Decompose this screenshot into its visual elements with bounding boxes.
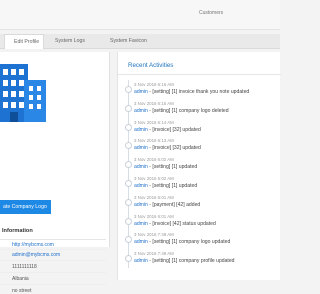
activity-text: - [invoice] [42] status updated (147, 220, 216, 227)
activity-time: 3 Nov 2016 6:13 AM (134, 138, 174, 144)
activity-message: admin - [payment] [42] added (134, 202, 200, 208)
top-bar: Customers (0, 0, 280, 30)
timeline-dot-icon (125, 123, 132, 131)
tab-edit-profile: Edit Profile (14, 39, 40, 45)
activity-time: 3 Nov 2016 6:14 AM (134, 119, 174, 125)
recent-activities-panel: Recent Activities 3 Nov 2016 6:16 AM admi… (117, 52, 281, 280)
divider (0, 260, 106, 261)
profile-tabs: Edit Profile System Logs System Favicon (0, 34, 280, 49)
timeline-dot-icon (125, 180, 132, 187)
activity-message: admin - [setting] [1] company logo updat… (134, 239, 230, 245)
divider (0, 249, 106, 250)
divider (0, 272, 106, 273)
timeline-dot-icon (125, 86, 132, 93)
divider (0, 284, 106, 285)
nav-customers-link[interactable]: Customers (199, 10, 223, 16)
update-company-logo-button[interactable]: ate Company Logo (0, 200, 51, 214)
recent-activities-title: Recent Activities (128, 62, 174, 69)
activity-user-link[interactable]: admin (134, 183, 148, 189)
website-link[interactable]: http://mybcms.com (12, 242, 54, 248)
company-profile-panel: ate Company Logo Information http://mybc… (0, 52, 110, 294)
activity-text: - [setting] [1] updated (147, 183, 198, 189)
divider (118, 74, 281, 75)
activity-text: - [setting] [1] invoice thank you note u… (147, 89, 250, 95)
building-icon (0, 64, 46, 122)
info-heading: Information (2, 228, 33, 234)
activity-time: 3 Nov 2016 6:01 AM (134, 194, 174, 200)
activity-time: 3 Nov 2016 6:01 AM (134, 213, 174, 219)
activity-message: admin - [setting] [1] company profile up… (134, 258, 235, 264)
activity-text: - [setting] [1] company logo updated (147, 239, 231, 246)
timeline-dot-icon (125, 236, 132, 244)
activity-text: - [payment] [42] added (147, 201, 201, 208)
activity-text: - [setting] [1] company logo deleted (147, 107, 229, 114)
activity-text: - [invoice] [32] updated (147, 145, 201, 152)
activity-user-link[interactable]: admin (134, 145, 148, 151)
divider (0, 239, 106, 240)
street-value: no street (12, 288, 32, 294)
timeline-dot-icon (125, 198, 132, 206)
activity-user-link[interactable]: admin (134, 89, 148, 95)
activity-message: admin - [invoice] [42] status updated (134, 221, 216, 227)
activity-message: admin - [setting] [1] updated (134, 183, 197, 189)
activity-user-link[interactable]: admin (134, 239, 148, 245)
activity-user-link[interactable]: admin (134, 164, 148, 170)
tab-system-logs[interactable]: System Logs (55, 38, 85, 44)
activity-time: 3 Nov 2016 6:16 AM (134, 100, 174, 106)
activity-text: - [setting] [1] company profile updated (147, 258, 235, 265)
activity-message: admin - [setting] [1] updated (134, 164, 197, 170)
activity-user-link[interactable]: admin (134, 108, 148, 114)
activity-user-link[interactable]: admin (134, 258, 148, 264)
phone-value: 1111111118 (12, 264, 37, 270)
activity-time: 3 Nov 2016 7:49 AM (134, 251, 174, 257)
activity-message: admin - [setting] [1] invoice thank you … (134, 89, 249, 95)
activity-user-link[interactable]: admin (134, 202, 148, 208)
timeline-dot-icon (125, 161, 132, 169)
tab-system-favicon[interactable]: System Favicon (110, 38, 147, 44)
activity-time: 3 Nov 2016 6:02 AM (134, 157, 174, 163)
timeline-dot-icon (125, 104, 132, 112)
activity-user-link[interactable]: admin (134, 221, 148, 227)
activity-text: - [setting] [1] updated (147, 164, 198, 171)
company-card: ate Company Logo Information http://mybc… (0, 52, 110, 248)
activity-time: 3 Nov 2016 6:16 AM (134, 82, 174, 87)
activity-time: 3 Nov 2016 6:02 AM (134, 176, 174, 181)
activity-user-link[interactable]: admin (134, 127, 148, 133)
country-value: Albania (12, 276, 29, 282)
activity-text: - [invoice] [32] updated (147, 126, 201, 133)
timeline-dot-icon (125, 217, 132, 225)
timeline-dot-icon (125, 142, 132, 150)
activity-message: admin - [invoice] [32] updated (134, 127, 201, 133)
activity-message: admin - [setting] [1] company logo delet… (134, 108, 229, 114)
activity-time: 3 Nov 2016 7:49 AM (134, 232, 174, 238)
timeline-dot-icon (125, 255, 132, 263)
email-link[interactable]: admin@mybcms.com (12, 252, 60, 258)
tab-edit-profile-wrapper[interactable]: Edit Profile (4, 34, 44, 49)
activity-message: admin - [invoice] [32] updated (134, 145, 201, 151)
